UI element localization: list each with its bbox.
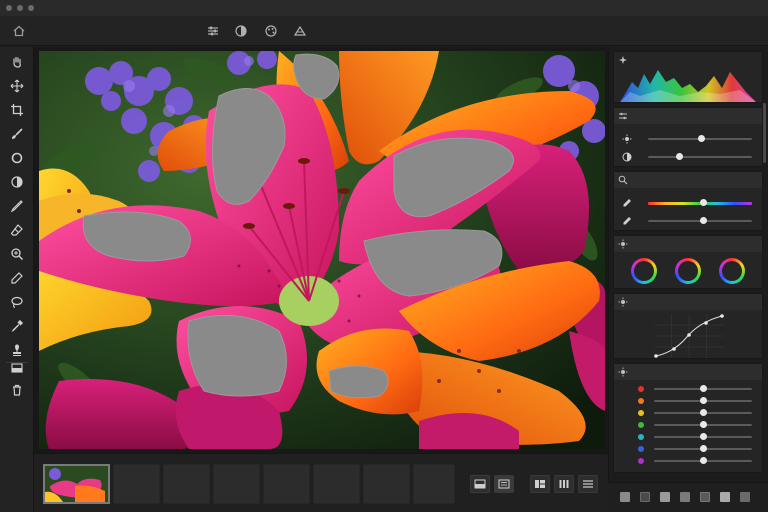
hsl-color-dot: [638, 446, 644, 452]
midtones-color-wheel[interactable]: [675, 258, 701, 284]
hsl-color-dot: [638, 422, 644, 428]
tool-rail: [0, 47, 34, 512]
filmstrip: [34, 453, 608, 512]
histogram-panel: [613, 51, 763, 103]
filmstrip-thumb[interactable]: [213, 464, 260, 504]
hsl-slider-knob[interactable]: [699, 397, 707, 404]
search-icon: [618, 175, 628, 185]
image-canvas[interactable]: [34, 47, 608, 453]
shadows-color-wheel[interactable]: [631, 258, 657, 284]
tint-slider-knob[interactable]: [700, 217, 707, 224]
highlights-color-wheel[interactable]: [719, 258, 745, 284]
hsl-slider-knob[interactable]: [699, 409, 707, 416]
hsl-color-dot: [638, 434, 644, 440]
close-window-dot[interactable]: [6, 5, 12, 11]
hsl-slider-knob[interactable]: [699, 421, 707, 428]
lily-photo[interactable]: [39, 51, 605, 449]
top-toolbar: [0, 16, 768, 46]
hsl-color-dot: [638, 386, 644, 392]
photo-editor-window: [0, 0, 768, 512]
picker-icon[interactable]: [7, 316, 27, 336]
compare-view-button[interactable]: [494, 475, 514, 493]
trash-icon[interactable]: [7, 380, 27, 400]
list-view-button[interactable]: [578, 475, 598, 493]
hsl-slider-knob[interactable]: [699, 385, 707, 392]
color-wheels-panel: [613, 235, 763, 289]
filmstrip-thumb[interactable]: [363, 464, 410, 504]
filmstrip-thumb-active[interactable]: [43, 464, 110, 504]
adjustments-panel: [608, 47, 768, 512]
columns-view-button[interactable]: [554, 475, 574, 493]
color-panel-header[interactable]: [614, 172, 762, 188]
sun-icon: [622, 134, 632, 144]
swatch-button[interactable]: [620, 492, 630, 502]
hand-icon[interactable]: [7, 52, 27, 72]
preview-icon[interactable]: [7, 358, 27, 378]
curves-panel: [613, 293, 763, 359]
filmstrip-thumb[interactable]: [263, 464, 310, 504]
stamp-icon[interactable]: [7, 340, 27, 360]
sun-icon: [618, 367, 628, 377]
histogram-graph: [620, 70, 756, 102]
lasso-icon[interactable]: [7, 292, 27, 312]
color-panel: [613, 171, 763, 231]
sun-icon: [618, 297, 628, 307]
swatch-button[interactable]: [680, 492, 690, 502]
pencil-icon[interactable]: [7, 196, 27, 216]
panel-scrollbar[interactable]: [763, 103, 766, 163]
move-icon[interactable]: [7, 76, 27, 96]
brightness-slider-knob[interactable]: [698, 135, 705, 142]
brush-icon[interactable]: [7, 124, 27, 144]
sliders-icon[interactable]: [204, 22, 222, 40]
color-palette-icon[interactable]: [262, 22, 280, 40]
eraser-icon[interactable]: [7, 220, 27, 240]
filmstrip-thumb[interactable]: [113, 464, 160, 504]
grid-view-button[interactable]: [530, 475, 550, 493]
swatch-button[interactable]: [660, 492, 670, 502]
contrast-slider[interactable]: [648, 156, 752, 158]
temperature-slider-knob[interactable]: [700, 199, 707, 206]
filmstrip-thumb[interactable]: [163, 464, 210, 504]
color-wheels-header[interactable]: [614, 236, 762, 252]
hsl-color-dot: [638, 410, 644, 416]
swatch-button[interactable]: [640, 492, 650, 502]
maximize-window-dot[interactable]: [28, 5, 34, 11]
light-panel: [613, 107, 763, 167]
sliders-icon: [619, 112, 627, 120]
hsl-header[interactable]: [614, 364, 762, 380]
contrast-icon[interactable]: [7, 172, 27, 192]
circle-icon[interactable]: [7, 148, 27, 168]
zoom-icon[interactable]: [7, 244, 27, 264]
hsl-slider-knob[interactable]: [699, 433, 707, 440]
home-icon[interactable]: [10, 22, 28, 40]
mask-icon[interactable]: [291, 22, 309, 40]
minimize-window-dot[interactable]: [17, 5, 23, 11]
contrast-icon: [622, 152, 632, 162]
swatch-bar: [608, 482, 768, 512]
hsl-color-dot: [638, 458, 644, 464]
filmstrip-thumb[interactable]: [413, 464, 455, 504]
light-panel-header[interactable]: [614, 108, 762, 124]
swatch-button[interactable]: [720, 492, 730, 502]
eyedropper-icon[interactable]: [7, 268, 27, 288]
tone-curve-graph[interactable]: [654, 314, 724, 358]
single-view-button[interactable]: [470, 475, 490, 493]
crop-icon[interactable]: [7, 100, 27, 120]
hsl-panel: [613, 363, 763, 473]
filmstrip-thumb[interactable]: [313, 464, 360, 504]
swatch-button[interactable]: [700, 492, 710, 502]
sun-icon: [618, 239, 628, 249]
curves-header[interactable]: [614, 294, 762, 310]
contrast-icon[interactable]: [232, 22, 250, 40]
eyedropper-icon[interactable]: [622, 198, 632, 208]
hsl-slider-knob[interactable]: [699, 445, 707, 452]
title-bar: [0, 0, 768, 16]
contrast-slider-knob[interactable]: [676, 153, 683, 160]
hsl-slider-knob[interactable]: [699, 457, 707, 464]
eyedropper-icon[interactable]: [622, 216, 632, 226]
hsl-color-dot: [638, 398, 644, 404]
swatch-button[interactable]: [740, 492, 750, 502]
